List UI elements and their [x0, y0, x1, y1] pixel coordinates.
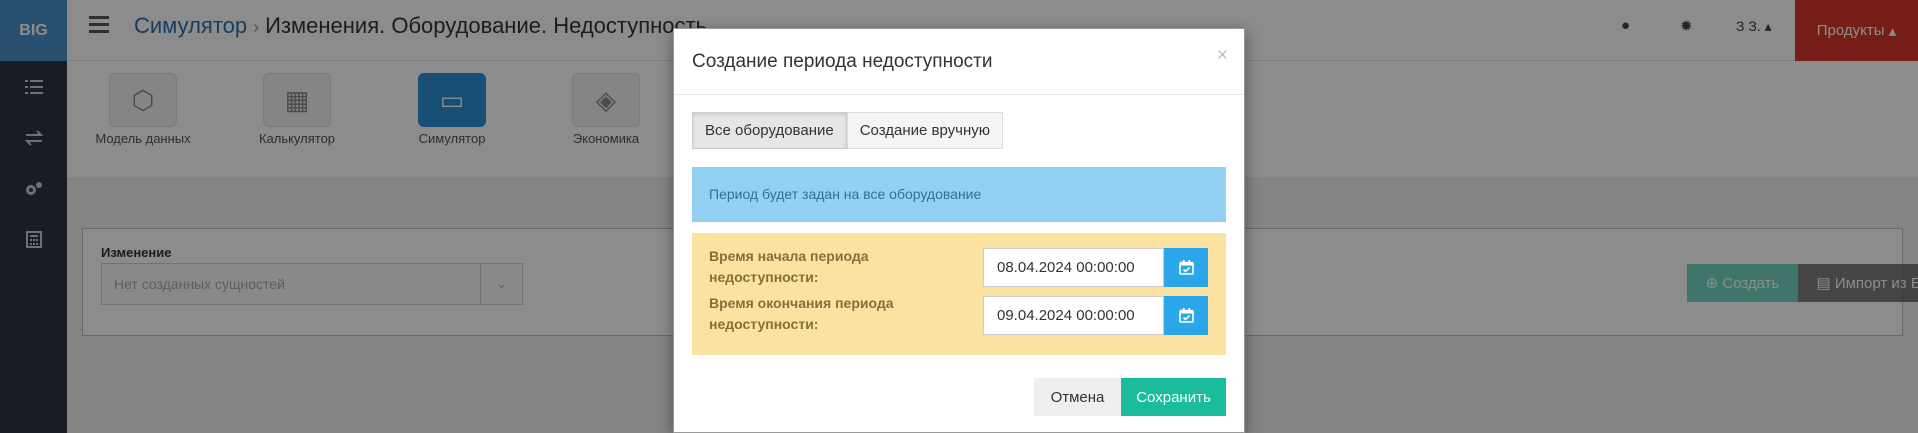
- unavailability-period-modal: Создание периода недоступности × Все обо…: [673, 28, 1245, 433]
- end-date-input[interactable]: [983, 296, 1164, 335]
- info-alert: Период будет задан на все оборудование: [692, 167, 1226, 222]
- start-date-input[interactable]: [983, 248, 1164, 287]
- end-time-label: Время окончания периода недоступности:: [709, 295, 894, 332]
- cancel-button[interactable]: Отмена: [1034, 378, 1121, 416]
- calendar-icon[interactable]: [1164, 296, 1208, 335]
- tab-all-equipment[interactable]: Все оборудование: [692, 112, 847, 149]
- calendar-icon[interactable]: [1164, 248, 1208, 287]
- end-date-picker: [983, 296, 1208, 335]
- save-button[interactable]: Сохранить: [1121, 378, 1226, 416]
- modal-title: Создание периода недоступности: [692, 51, 993, 72]
- modal-tabs: Все оборудование Создание вручную: [692, 112, 1004, 149]
- modal-header: Создание периода недоступности ×: [674, 29, 1244, 95]
- period-form: Время начала периода недоступности: Врем…: [692, 233, 1226, 355]
- start-time-label: Время начала периода недоступности:: [709, 248, 869, 285]
- tab-manual-creation[interactable]: Создание вручную: [846, 112, 1004, 149]
- close-icon[interactable]: ×: [1217, 45, 1228, 67]
- start-date-picker: [983, 248, 1208, 287]
